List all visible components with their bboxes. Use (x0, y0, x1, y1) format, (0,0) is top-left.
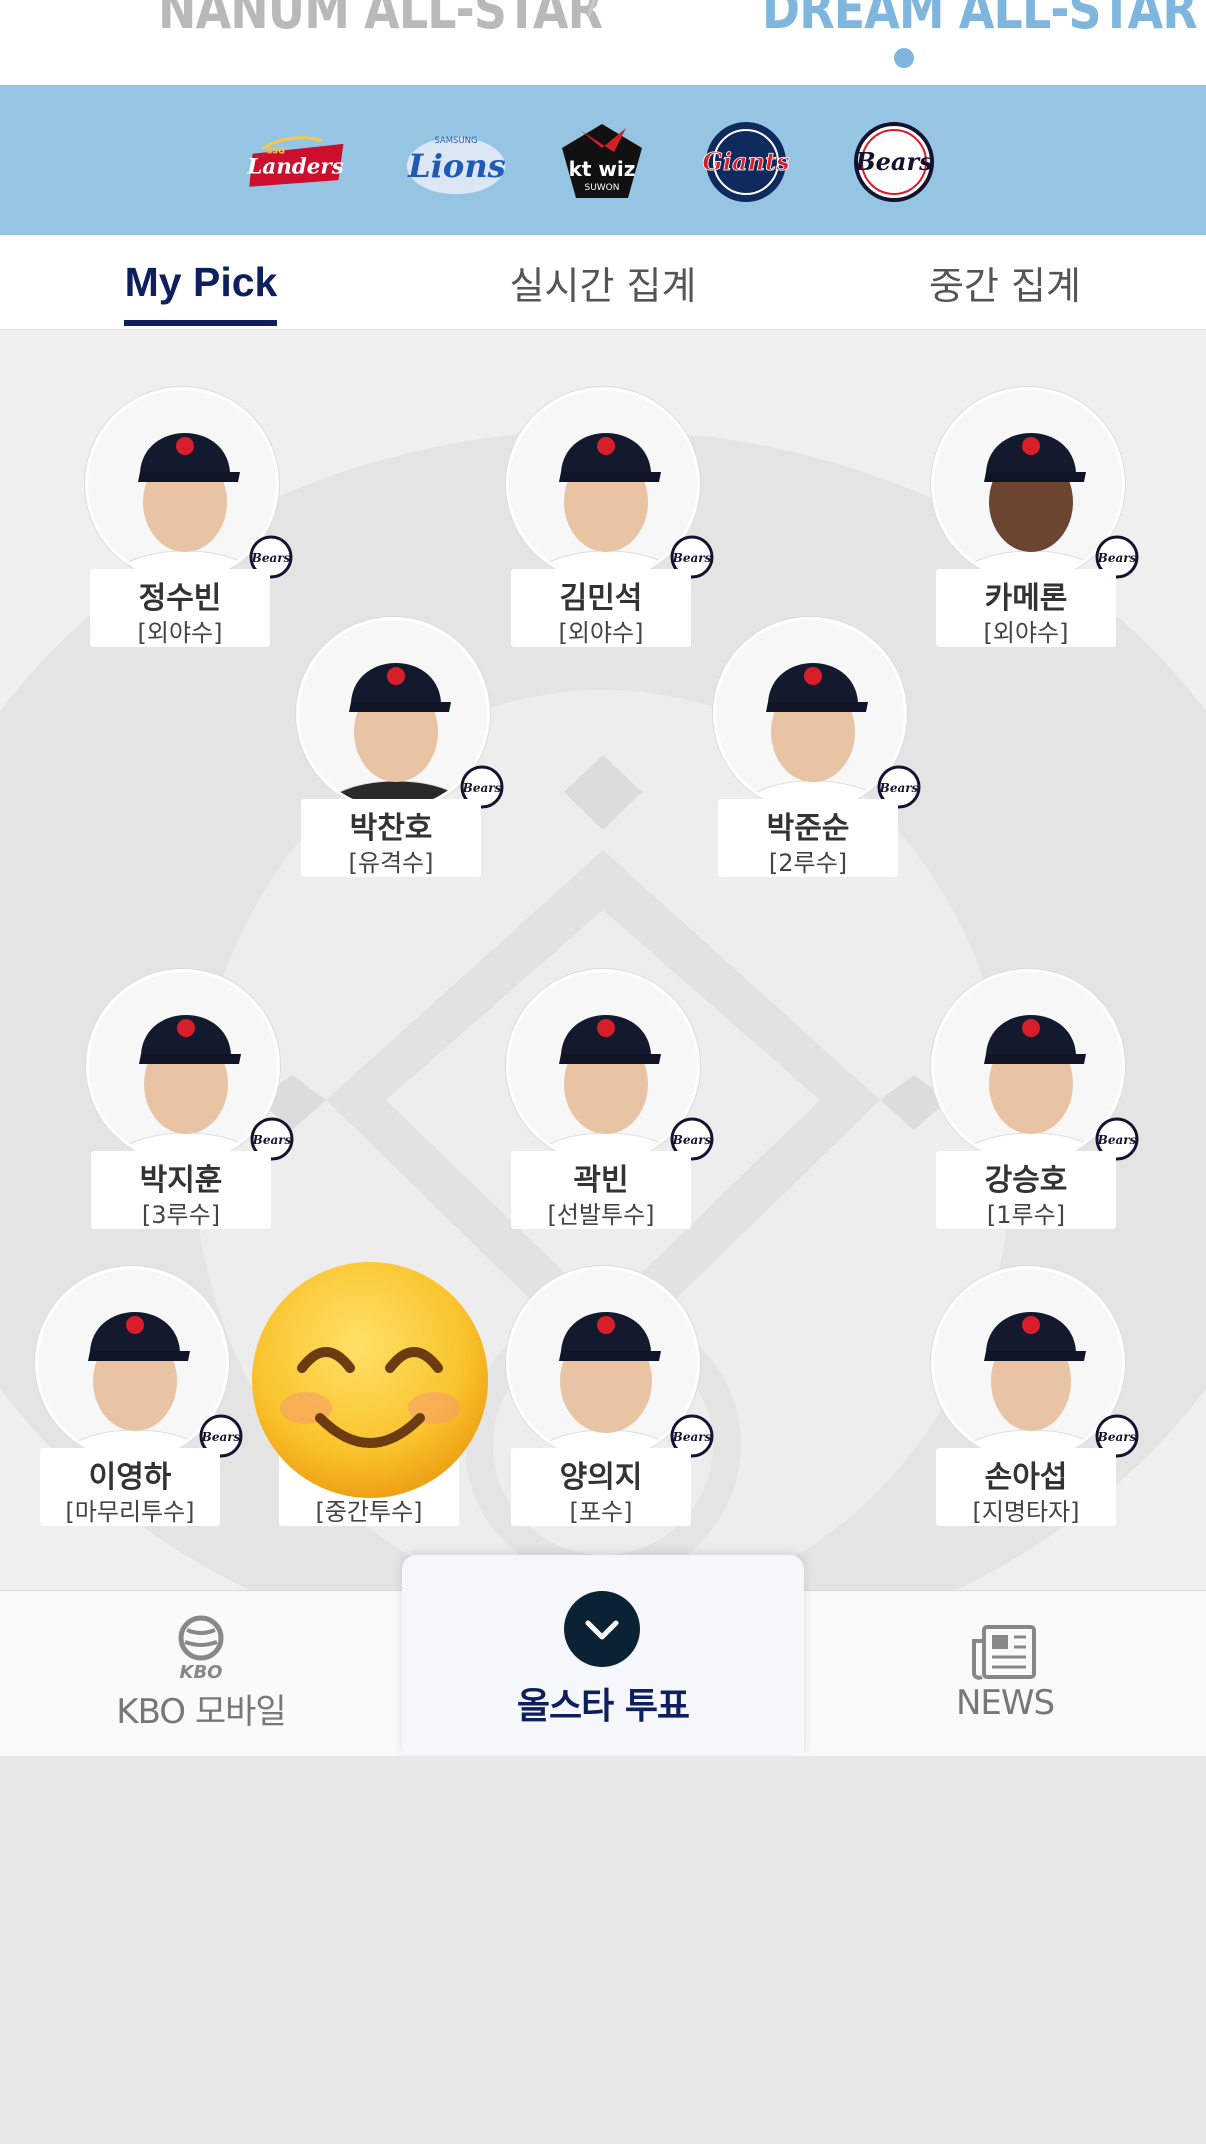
selected-league-indicator (894, 48, 914, 68)
player-position: [마무리투수] (65, 1498, 195, 1526)
player-name: 강승호 (984, 1163, 1068, 1198)
player-position: [1루수] (986, 1201, 1066, 1229)
samsung-lions-logo-icon: SAMSUNG Lions (406, 136, 506, 195)
svg-text:KBO: KBO (180, 1662, 223, 1683)
player-label: 박찬호 [유격수] (301, 799, 481, 877)
smiling-face-emoji-icon (252, 1262, 488, 1498)
svg-text:SAMSUNG: SAMSUNG (434, 136, 477, 146)
ssg-landers-logo-icon: Landers SSG (246, 136, 344, 187)
player-name: 양의지 (559, 1460, 643, 1495)
svg-text:kt wiz: kt wiz (569, 157, 636, 181)
player-name: 곽빈 (573, 1163, 629, 1198)
player-label: 카메론 [외야수] (936, 569, 1116, 647)
newspaper-icon (972, 1625, 1036, 1680)
player-name: 박찬호 (349, 811, 433, 846)
tab-bar: My Pick 실시간 집계 중간 집계 (0, 235, 1206, 330)
nav-kbo-mobile[interactable]: KBO KBO 모바일 (0, 1590, 402, 1756)
team-logo-lotte[interactable]: Giants (694, 118, 798, 206)
player-name: 손아섭 (984, 1460, 1068, 1495)
player-position: [지명타자] (972, 1498, 1080, 1526)
league-nanum-tab[interactable]: NANUM ALL-STAR (158, 0, 603, 41)
svg-text:Bears: Bears (201, 1430, 241, 1444)
player-label: 정수빈 [외야수] (90, 569, 270, 647)
player-name: 김민석 (559, 581, 643, 616)
svg-text:SUWON: SUWON (584, 183, 619, 193)
team-logo-doosan[interactable]: Bears (842, 118, 946, 206)
player-position: [3루수] (141, 1201, 221, 1229)
tab-realtime-count[interactable]: 실시간 집계 (402, 235, 804, 329)
svg-text:Bears: Bears (1097, 1430, 1137, 1444)
svg-text:Bears: Bears (251, 551, 291, 565)
player-label: 김민석 [외야수] (511, 569, 691, 647)
player-position: [선발투수] (547, 1201, 655, 1229)
player-label: 손아섭 [지명타자] (936, 1448, 1116, 1526)
nav-allstar-vote-label: 올스타 투표 (516, 1686, 690, 1727)
chevron-down-icon (564, 1591, 640, 1667)
league-selector: NANUM ALL-STAR DREAM ALL-STAR (0, 0, 1206, 85)
doosan-bears-logo-icon: Bears (854, 122, 934, 202)
player-label: 박준순 [2루수] (718, 799, 898, 877)
kt-wiz-logo-icon: kt wiz SUWON (562, 124, 642, 198)
svg-text:Landers: Landers (246, 155, 344, 180)
player-name: 박준순 (766, 811, 850, 846)
tab-interim-count[interactable]: 중간 집계 (804, 235, 1206, 329)
svg-text:Lions: Lions (407, 147, 506, 185)
player-label: 곽빈 [선발투수] (511, 1151, 691, 1229)
player-position: [외야수] (558, 619, 644, 647)
svg-text:Bears: Bears (879, 781, 919, 795)
player-position: [외야수] (983, 619, 1069, 647)
lotte-giants-logo-icon: Giants (702, 122, 790, 202)
svg-text:Bears: Bears (672, 1430, 712, 1444)
player-label: 박지훈 [3루수] (91, 1151, 271, 1229)
nav-kbo-mobile-label: KBO 모바일 (116, 1691, 286, 1732)
team-logo-samsung[interactable]: SAMSUNG Lions (404, 118, 508, 206)
nav-news-label: NEWS (955, 1683, 1055, 1723)
svg-text:SSG: SSG (267, 146, 286, 156)
active-tab-underline (124, 320, 277, 326)
svg-text:Giants: Giants (702, 147, 790, 176)
player-position: [포수] (569, 1498, 633, 1526)
empty-area (0, 1756, 1206, 2144)
tab-my-pick[interactable]: My Pick (0, 235, 402, 329)
player-name: 카메론 (984, 581, 1068, 616)
player-position: [유격수] (348, 849, 434, 877)
svg-text:Bears: Bears (1097, 1133, 1137, 1147)
player-label: 이영하 [마무리투수] (40, 1448, 220, 1526)
player-position: [2루수] (768, 849, 848, 877)
nav-allstar-vote[interactable]: 올스타 투표 (402, 1555, 804, 1755)
svg-text:Bears: Bears (252, 1133, 292, 1147)
svg-text:Bears: Bears (854, 147, 933, 176)
team-logo-kt[interactable]: kt wiz SUWON (550, 118, 654, 206)
player-label: 양의지 [포수] (511, 1448, 691, 1526)
player-name: 이영하 (88, 1460, 172, 1495)
svg-text:Bears: Bears (1097, 551, 1137, 565)
league-dream-tab[interactable]: DREAM ALL-STAR (762, 0, 1198, 41)
player-position: [외야수] (137, 619, 223, 647)
player-name: 박지훈 (139, 1163, 223, 1198)
svg-text:Bears: Bears (462, 781, 502, 795)
player-label: 강승호 [1루수] (936, 1151, 1116, 1229)
nav-news[interactable]: NEWS (804, 1590, 1206, 1756)
svg-text:Bears: Bears (672, 1133, 712, 1147)
player-name: 정수빈 (138, 581, 222, 616)
kbo-logo-icon: KBO (178, 1615, 224, 1683)
team-logo-ssg[interactable]: Landers SSG (246, 118, 350, 206)
svg-text:Bears: Bears (672, 551, 712, 565)
